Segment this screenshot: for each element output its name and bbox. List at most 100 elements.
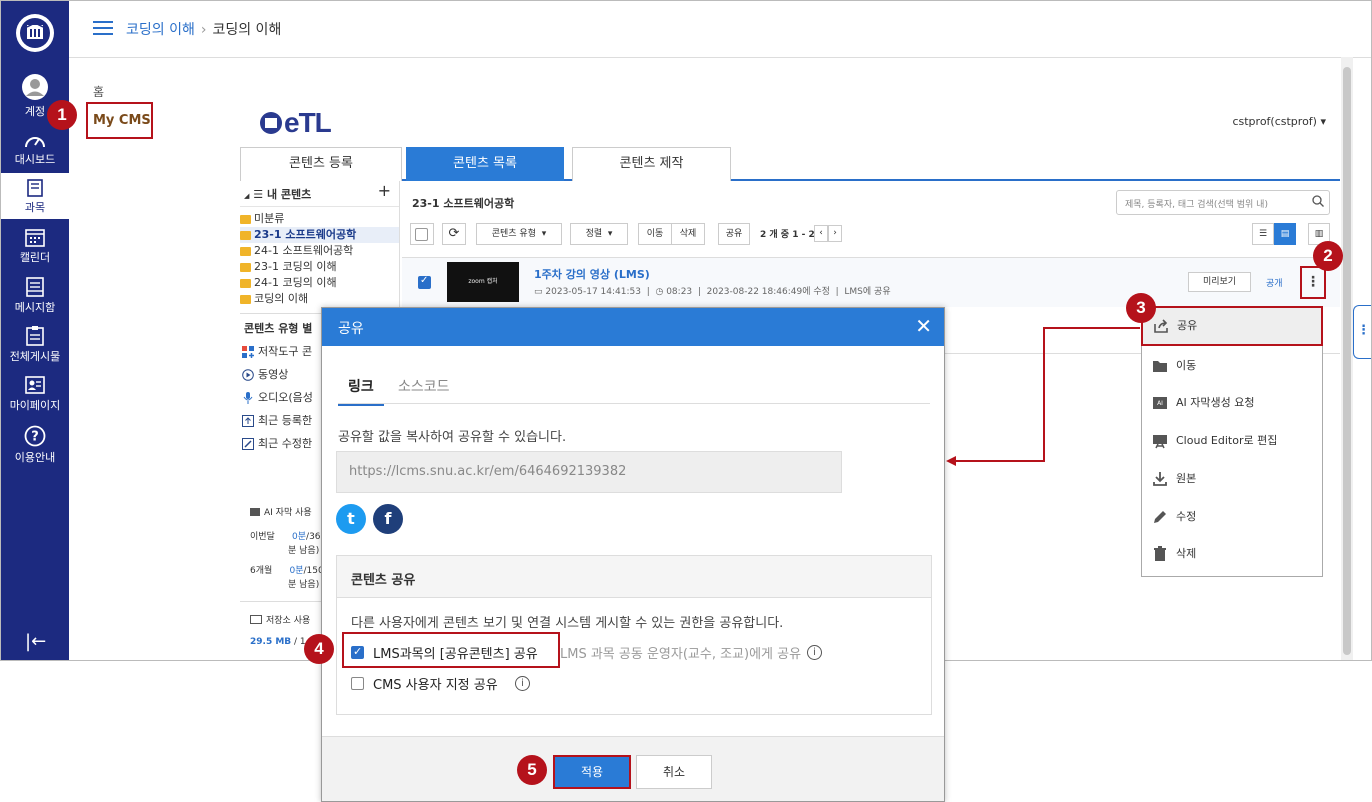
folder-icon [240, 295, 251, 304]
refresh-icon[interactable]: ⟳ [442, 223, 466, 245]
folder-icon [240, 247, 251, 256]
share-button[interactable]: 공유 [718, 223, 750, 245]
info-icon[interactable]: i [807, 645, 822, 660]
page-scrollbar[interactable] [1341, 57, 1353, 660]
course-nav-home[interactable]: 홈 [93, 83, 104, 100]
hamburger-menu-icon[interactable] [93, 21, 113, 35]
menu-item-cloud-editor[interactable]: Cloud Editor로 편집 [1142, 423, 1322, 459]
move-button[interactable]: 이동 [638, 223, 672, 245]
current-folder-title: 23-1 소프트웨어공학 [412, 197, 515, 210]
half-year-usage: 6개월 0분/150 [250, 566, 324, 576]
my-content-header[interactable]: ◢ ☰ 내 콘텐츠 + [240, 181, 399, 207]
add-folder-button[interactable]: + [378, 181, 391, 200]
audio-icon [243, 392, 253, 404]
svg-text:?: ? [31, 430, 39, 445]
info-icon[interactable]: i [515, 676, 530, 691]
breadcrumb-current: 코딩의 이해 [212, 22, 282, 38]
share-url-field[interactable]: https://lcms.snu.ac.kr/em/6464692139382 [336, 451, 842, 493]
next-page-button[interactable]: › [828, 225, 842, 242]
folder-icon [240, 279, 251, 288]
context-menu: 공유 이동 AI AI 자막생성 요청 Cloud Editor로 편집 원본 수… [1141, 306, 1323, 577]
sidebar-item-mypage[interactable]: 마이페이지 [1, 375, 69, 413]
row-checkbox[interactable] [418, 275, 431, 289]
download-icon [1153, 472, 1167, 486]
select-all-checkbox[interactable] [410, 223, 434, 245]
chevron-down-icon: ▾ [541, 229, 547, 239]
folder-item[interactable]: 23-1 소프트웨어공학 [240, 227, 399, 243]
folder-item[interactable]: 23-1 코딩의 이해 [240, 259, 399, 275]
pencil-icon [1154, 511, 1166, 523]
tab-source-code[interactable]: 소스코드 [388, 376, 460, 404]
share-dialog: 공유 ✕ 링크 소스코드 공유할 값을 복사하여 공유할 수 있습니다. http… [321, 307, 945, 802]
connector-arrow [946, 327, 1140, 466]
menu-item-delete[interactable]: 삭제 [1142, 536, 1322, 572]
cms-share-checkbox[interactable] [351, 677, 364, 690]
apply-button[interactable]: 적용 [553, 755, 631, 789]
facebook-icon[interactable]: f [373, 504, 403, 534]
preview-button[interactable]: 미리보기 [1188, 272, 1251, 292]
sidebar-item-label: 메시지함 [14, 301, 56, 314]
breadcrumb-separator: › [200, 22, 207, 38]
cloud-editor-icon [1153, 435, 1167, 449]
collapse-sidebar-button[interactable]: |← [25, 631, 46, 652]
sidebar-item-label: 이용안내 [14, 451, 56, 464]
breadcrumb-course-link[interactable]: 코딩의 이해 [126, 22, 195, 38]
user-caret-icon: ▾ [1320, 115, 1326, 128]
tab-content-list[interactable]: 콘텐츠 목록 [406, 147, 564, 181]
detail-view-icon[interactable]: ▤ [1274, 223, 1296, 245]
menu-item-edit[interactable]: 수정 [1142, 499, 1322, 535]
prev-page-button[interactable]: ‹ [814, 225, 828, 242]
tab-content-create[interactable]: 콘텐츠 제작 [572, 147, 731, 181]
table-row[interactable]: zoom 캡처 1주차 강의 영상 (LMS) ▭ 2023-05-17 14:… [402, 257, 1340, 307]
pagination-count: 2 개 중 1 - 2 [760, 230, 815, 240]
tab-content-register[interactable]: 콘텐츠 등록 [240, 147, 402, 181]
sidebar-item-label: 캘린더 [19, 251, 51, 264]
more-options-icon[interactable]: ⋮ [1300, 266, 1326, 299]
help-icon: ? [24, 425, 46, 447]
course-nav-mycms[interactable]: My CMS [86, 102, 153, 139]
dashboard-icon [25, 137, 45, 148]
folder-item[interactable]: 24-1 코딩의 이해 [240, 275, 399, 291]
side-panel-handle[interactable]: ⋮ [1353, 305, 1371, 359]
sidebar-item-calendar[interactable]: 캘린더 [1, 227, 69, 265]
sort-dropdown[interactable]: 정렬 ▾ [570, 223, 628, 245]
folder-icon [1153, 361, 1167, 372]
recent-edit-icon [242, 438, 254, 450]
folder-item[interactable]: 미분류 [240, 211, 399, 227]
twitter-icon[interactable]: t [336, 504, 366, 534]
folder-item[interactable]: 24-1 소프트웨어공학 [240, 243, 399, 259]
cms-share-label[interactable]: CMS 사용자 지정 공유 [373, 674, 498, 693]
content-meta: ▭ 2023-05-17 14:41:53 | ◷ 08:23 | 2023-0… [534, 287, 891, 297]
video-thumbnail[interactable]: zoom 캡처 [447, 262, 519, 302]
sidebar-item-course[interactable]: 과목 [1, 173, 69, 219]
sidebar-item-message[interactable]: 메시지함 [1, 277, 69, 315]
search-input[interactable]: 제목, 등록자, 태그 검색(선택 범위 내) [1116, 190, 1330, 215]
content-type-dropdown[interactable]: 콘텐츠 유형 ▾ [476, 223, 562, 245]
menu-item-original[interactable]: 원본 [1142, 461, 1322, 497]
sidebar-item-help[interactable]: ? 이용안내 [1, 425, 69, 465]
calendar-icon [25, 229, 45, 247]
sidebar-item-dashboard[interactable]: 대시보드 [1, 131, 69, 167]
cancel-button[interactable]: 취소 [636, 755, 712, 789]
close-icon[interactable]: ✕ [915, 314, 932, 338]
dialog-title: 공유 [338, 321, 364, 337]
delete-button[interactable]: 삭제 [671, 223, 705, 245]
menu-item-ai-subtitle[interactable]: AI AI 자막생성 요청 [1142, 385, 1322, 421]
user-menu[interactable]: cstprof(cstprof) ▾ [1232, 115, 1326, 128]
menu-item-share[interactable]: 공유 [1141, 306, 1323, 346]
content-title-link[interactable]: 1주차 강의 영상 (LMS) [534, 266, 650, 282]
cms-tabs: 콘텐츠 등록 콘텐츠 목록 콘텐츠 제작 [240, 147, 1340, 181]
video-icon [242, 369, 254, 381]
trash-icon [1154, 546, 1166, 561]
step-badge-3: 3 [1126, 293, 1156, 323]
lms-share-hint: LMS 과목 공동 운영자(교수, 조교)에게 공유 [560, 647, 802, 662]
list-view-icon[interactable]: ☰ [1252, 223, 1274, 245]
etl-logo: eTL [258, 107, 332, 139]
step-badge-2: 2 [1313, 241, 1343, 271]
tab-link[interactable]: 링크 [338, 376, 384, 406]
sidebar-item-board[interactable]: 전체게시물 [1, 326, 69, 364]
folder-item[interactable]: 코딩의 이해 [240, 291, 399, 307]
clock-icon: ◷ [655, 287, 664, 297]
menu-item-move[interactable]: 이동 [1142, 348, 1322, 384]
search-icon[interactable] [1312, 195, 1324, 207]
